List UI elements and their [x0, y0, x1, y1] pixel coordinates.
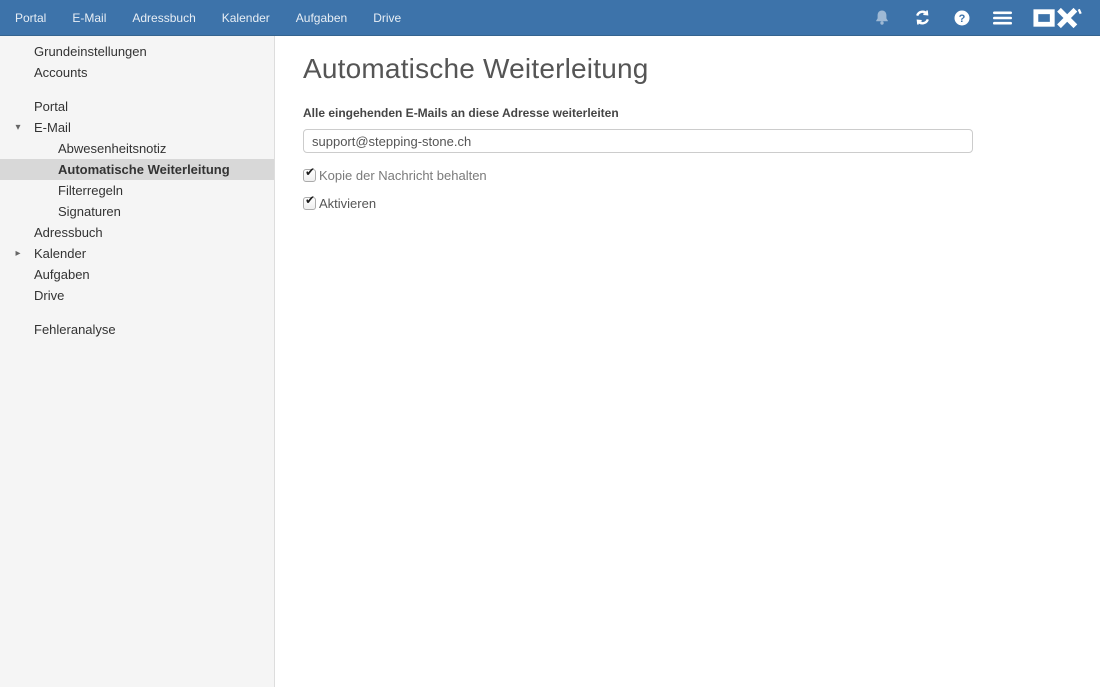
keep-copy-row: ✔ Kopie der Nachricht behalten: [303, 165, 1100, 183]
sidebar-item-signaturen[interactable]: Signaturen: [0, 201, 274, 222]
sidebar-item-filterregeln[interactable]: Filterregeln: [0, 180, 274, 201]
checkmark-icon: ✔: [305, 192, 316, 207]
tab-kalender[interactable]: Kalender: [209, 0, 283, 35]
page-title: Automatische Weiterleitung: [303, 53, 649, 84]
sidebar-item-aufgaben[interactable]: Aufgaben: [0, 264, 274, 285]
sidebar-item-drive[interactable]: Drive: [0, 285, 274, 306]
forward-address-label: Alle eingehenden E-Mails an diese Adress…: [303, 106, 619, 120]
topbar-nav: Portal E-Mail Adressbuch Kalender Aufgab…: [0, 0, 414, 35]
topbar-actions: ?: [862, 0, 1100, 35]
activate-checkbox[interactable]: ✔: [303, 193, 316, 210]
tab-drive[interactable]: Drive: [360, 0, 414, 35]
keep-copy-label[interactable]: Kopie der Nachricht behalten: [319, 168, 487, 183]
checkmark-icon: ✔: [305, 164, 316, 179]
chevron-right-icon[interactable]: ▸: [10, 243, 26, 264]
settings-pane: Automatische Weiterleitung Alle eingehen…: [275, 36, 1100, 687]
chevron-down-icon[interactable]: ▾: [10, 117, 26, 138]
activate-label[interactable]: Aktivieren: [319, 196, 376, 211]
topbar: Portal E-Mail Adressbuch Kalender Aufgab…: [0, 0, 1100, 36]
tab-aufgaben[interactable]: Aufgaben: [283, 0, 360, 35]
help-icon[interactable]: ?: [942, 0, 982, 35]
help-glyph: ?: [959, 13, 966, 25]
sidebar-item-accounts[interactable]: Accounts: [0, 62, 274, 83]
activate-row: ✔ Aktivieren: [303, 193, 1100, 211]
settings-sidebar: Grundeinstellungen Accounts Portal ▾ E-M…: [0, 36, 275, 687]
tab-email[interactable]: E-Mail: [59, 0, 119, 35]
ox-logo: [1028, 0, 1090, 35]
notifications-bell-icon[interactable]: [862, 0, 902, 35]
tab-portal[interactable]: Portal: [2, 0, 59, 35]
sidebar-item-grundeinstellungen[interactable]: Grundeinstellungen: [0, 41, 274, 62]
tab-adressbuch[interactable]: Adressbuch: [119, 0, 208, 35]
sidebar-item-email[interactable]: ▾ E-Mail: [0, 117, 274, 138]
sidebar-item-portal[interactable]: Portal: [0, 96, 274, 117]
sidebar-item-fehleranalyse[interactable]: Fehleranalyse: [0, 319, 274, 340]
sidebar-item-kalender[interactable]: ▸ Kalender: [0, 243, 274, 264]
sidebar-item-adressbuch[interactable]: Adressbuch: [0, 222, 274, 243]
sidebar-item-automatische-weiterleitung[interactable]: Automatische Weiterleitung: [0, 159, 274, 180]
refresh-icon[interactable]: [902, 0, 942, 35]
forward-address-input[interactable]: [303, 129, 973, 153]
hamburger-menu-icon[interactable]: [982, 0, 1022, 35]
keep-copy-checkbox[interactable]: ✔: [303, 165, 316, 182]
sidebar-item-abwesenheitsnotiz[interactable]: Abwesenheitsnotiz: [0, 138, 274, 159]
app-body: Grundeinstellungen Accounts Portal ▾ E-M…: [0, 36, 1100, 687]
